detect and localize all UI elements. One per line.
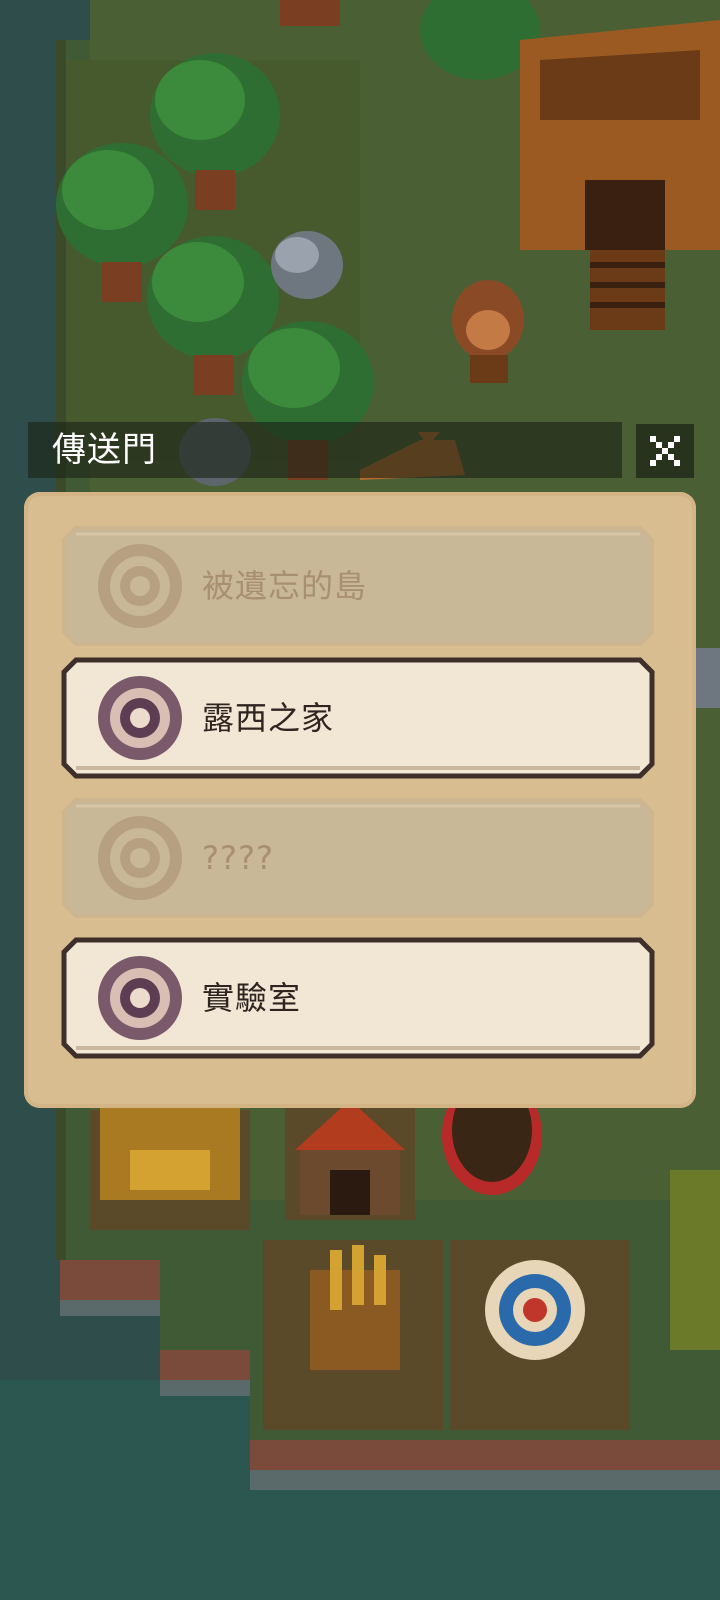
- teleport-option-label: 被遺忘的島: [202, 567, 368, 605]
- teleport-option-label: 實驗室: [202, 979, 302, 1017]
- teleport-option-label: 露西之家: [202, 699, 335, 737]
- teleport-panel: 被遺忘的島 露西之家 ???? 實驗室: [24, 492, 696, 1108]
- portal-ring-icon: [98, 676, 182, 760]
- dialog-title-bar: 傳送門: [28, 422, 622, 478]
- teleport-option-lucy-home[interactable]: 露西之家: [60, 656, 656, 780]
- teleport-option-laboratory[interactable]: 實驗室: [60, 936, 656, 1060]
- close-x-icon: [650, 436, 680, 466]
- portal-ring-icon: [98, 816, 182, 900]
- teleport-option-forgotten-island[interactable]: 被遺忘的島: [60, 524, 656, 648]
- dialog-title: 傳送門: [52, 430, 157, 470]
- teleport-option-unknown[interactable]: ????: [60, 796, 656, 920]
- portal-ring-icon: [98, 956, 182, 1040]
- close-button[interactable]: [636, 424, 694, 478]
- teleport-option-label: ????: [202, 839, 274, 877]
- portal-ring-icon: [98, 544, 182, 628]
